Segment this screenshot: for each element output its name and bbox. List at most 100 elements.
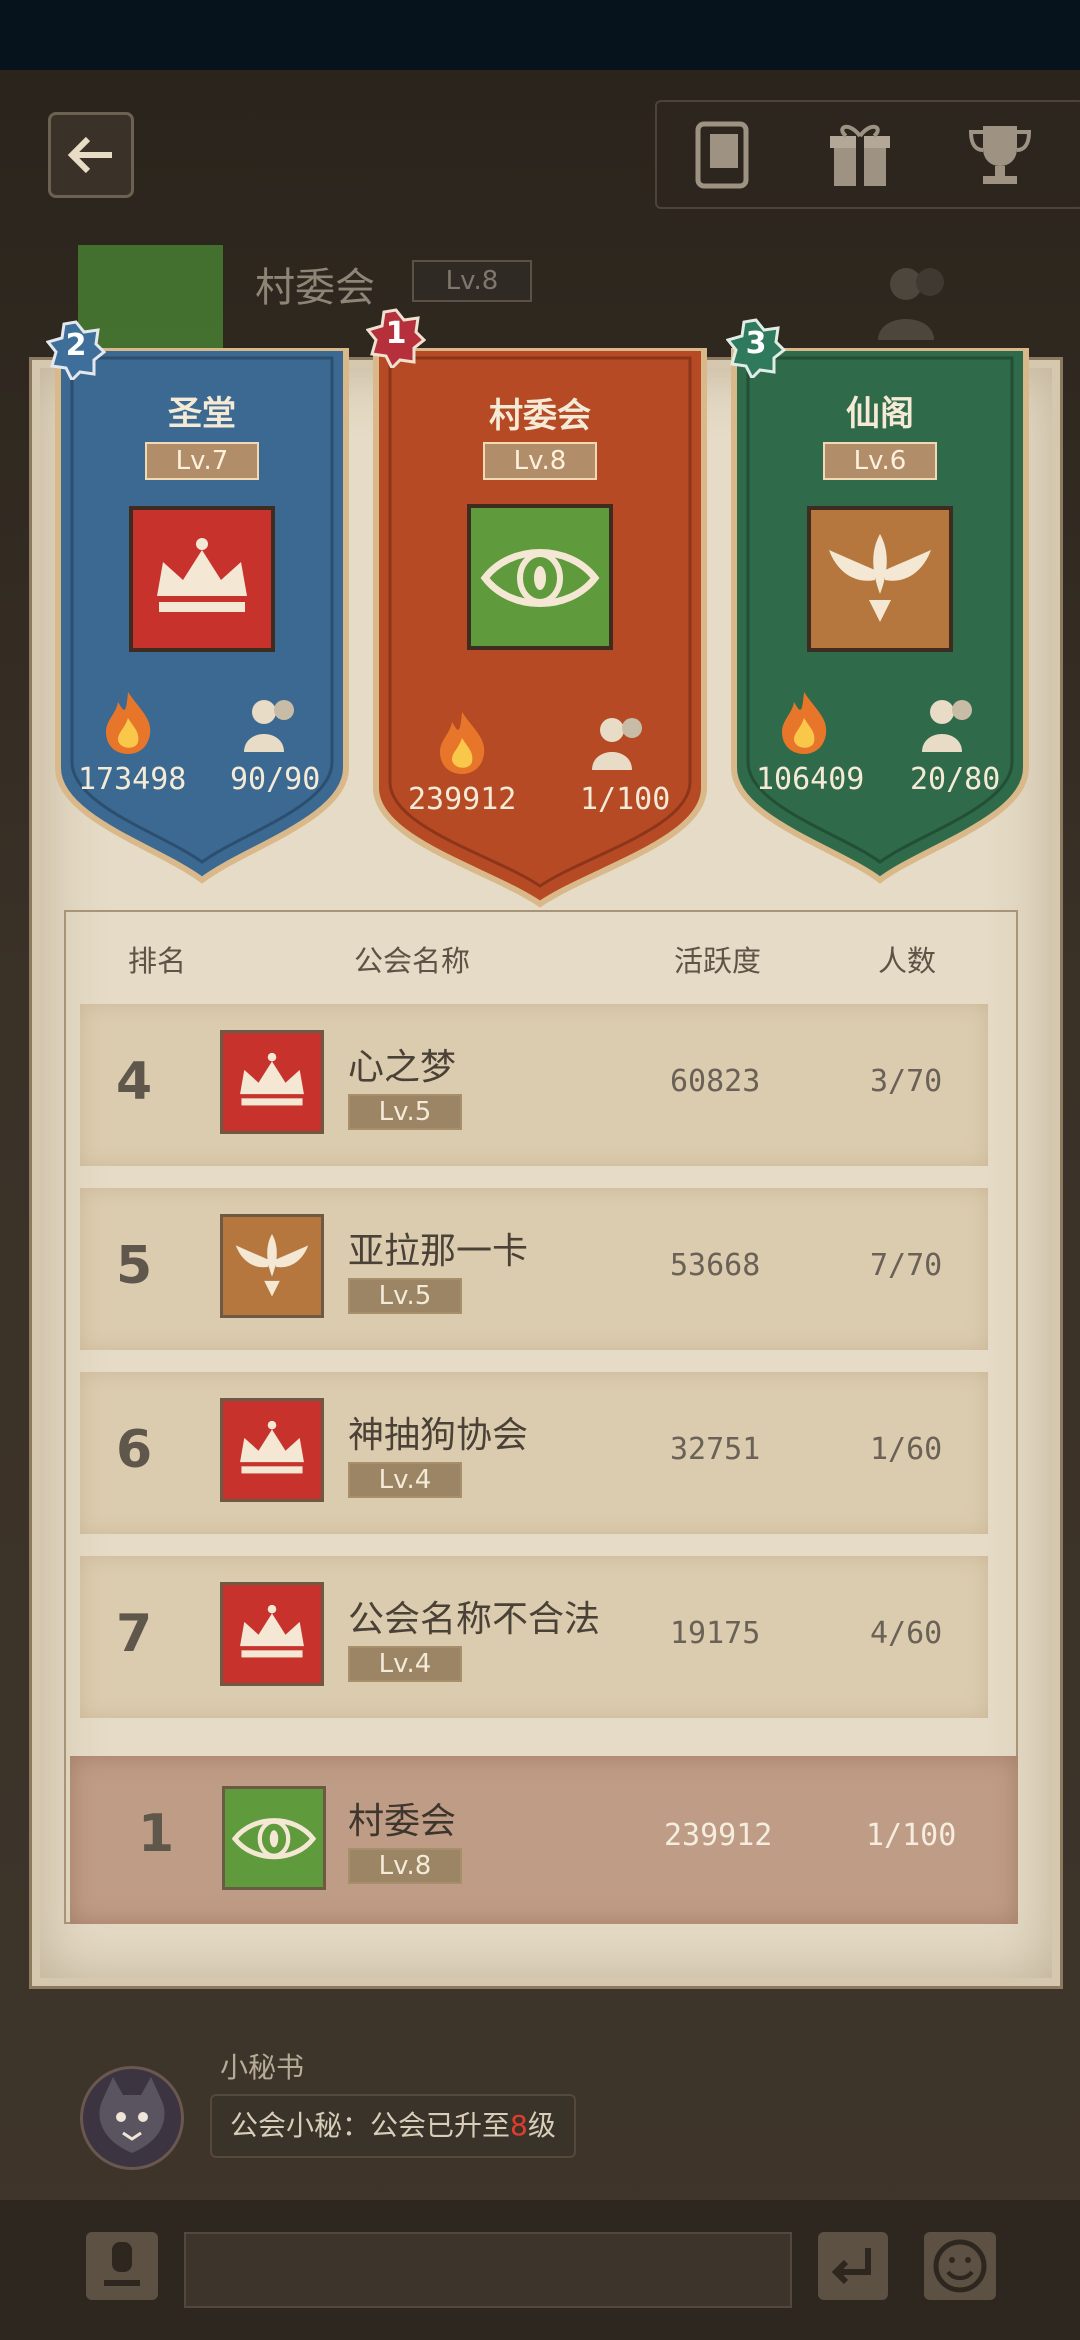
table-row[interactable]: 4 心之梦 Lv.5 60823 3/70 (80, 1004, 988, 1166)
row-rank: 6 (116, 1420, 153, 1480)
trophy-icon (968, 126, 1032, 184)
row-guild-name: 公会名称不合法 (348, 1599, 601, 1640)
podium-banner-rank-2[interactable]: 圣堂 Lv.7 173498 90/90 (54, 348, 350, 884)
column-header-rank: 排名 (128, 944, 187, 978)
eye-icon (480, 549, 600, 607)
row-activity: 60823 (670, 1064, 761, 1099)
eye-emblem (222, 1786, 326, 1890)
row-members: 7/70 (870, 1248, 943, 1283)
eye-icon (231, 1818, 317, 1860)
back-button[interactable] (48, 112, 134, 198)
row-rank: 7 (116, 1604, 153, 1664)
chat-message-suffix: 级 (527, 2109, 556, 2142)
eye-emblem (467, 504, 613, 650)
crown-icon (240, 1420, 304, 1474)
column-header-name: 公会名称 (354, 944, 471, 978)
crown-emblem (220, 1398, 324, 1502)
row-guild-name: 心之梦 (348, 1047, 457, 1088)
row-guild-name: 神抽狗协会 (348, 1415, 529, 1456)
row-guild-level: Lv.5 (348, 1278, 462, 1314)
emoji-button[interactable] (924, 2232, 996, 2300)
banner-guild-level: Lv.8 (483, 442, 597, 480)
row-activity: 19175 (670, 1616, 761, 1651)
rank-badge-3: 3 (725, 318, 787, 381)
row-guild-level: Lv.8 (348, 1848, 462, 1884)
members-icon (922, 700, 972, 752)
rank-badge-number: 2 (65, 328, 87, 363)
row-activity: 239912 (664, 1818, 773, 1853)
banner-activity: 173498 (78, 762, 187, 797)
scroll-icon (695, 121, 749, 189)
members-icon (878, 268, 944, 340)
row-activity: 53668 (670, 1248, 761, 1283)
send-button[interactable] (818, 2232, 888, 2300)
table-row[interactable]: 5 亚拉那一卡 Lv.5 53668 7/70 (80, 1188, 988, 1350)
voice-button[interactable] (86, 2232, 158, 2300)
header-guild-level: Lv.8 (412, 260, 532, 302)
activity-flame-icon (440, 712, 485, 774)
phoenix-emblem (807, 506, 953, 652)
crown-icon (240, 1052, 304, 1106)
header-members-button[interactable] (870, 262, 960, 346)
guild-log-button[interactable] (687, 120, 757, 190)
banner-guild-level: Lv.7 (145, 442, 259, 480)
banner-members: 90/90 (230, 762, 321, 797)
chat-message-level: 8 (510, 2109, 528, 2142)
row-rank: 1 (138, 1804, 175, 1864)
header-guild-name: 村委会 (255, 265, 375, 311)
rank-badge-number: 1 (385, 316, 407, 351)
row-guild-name: 村委会 (348, 1801, 457, 1842)
gift-button[interactable] (825, 120, 895, 190)
trophy-button[interactable] (965, 120, 1035, 190)
column-header-activity: 活跃度 (674, 944, 762, 978)
members-icon (244, 700, 294, 752)
banner-members: 20/80 (910, 762, 1001, 797)
table-row[interactable]: 6 神抽狗协会 Lv.4 32751 1/60 (80, 1372, 988, 1534)
wolf-avatar-icon (99, 2077, 165, 2153)
row-guild-level: Lv.4 (348, 1646, 462, 1682)
row-guild-name: 亚拉那一卡 (348, 1231, 529, 1272)
row-members: 4/60 (870, 1616, 943, 1651)
banner-guild-name: 圣堂 (168, 394, 236, 434)
row-guild-level: Lv.4 (348, 1462, 462, 1498)
phoenix-emblem (220, 1214, 324, 1318)
my-guild-row[interactable]: 1 村委会 Lv.8 239912 1/100 (70, 1756, 1018, 1924)
chat-sender-name: 小秘书 (220, 2051, 305, 2084)
activity-flame-icon (782, 692, 827, 754)
avatar[interactable] (80, 2066, 184, 2170)
activity-flame-icon (106, 692, 151, 754)
enter-arrow-icon (831, 2248, 871, 2285)
top-toolbar (655, 100, 1080, 209)
phoenix-icon (235, 1234, 309, 1297)
row-guild-level: Lv.5 (348, 1094, 462, 1130)
chat-input[interactable] (184, 2232, 792, 2308)
chat-message-prefix: 公会小秘：公会已升至 (230, 2109, 511, 2142)
row-rank: 5 (116, 1236, 153, 1296)
smile-icon (933, 2239, 987, 2293)
crown-emblem (129, 506, 275, 652)
back-arrow-icon (67, 136, 112, 174)
row-activity: 32751 (670, 1432, 761, 1467)
microphone-icon (104, 2242, 140, 2286)
crown-icon (240, 1604, 304, 1658)
banner-members: 1/100 (580, 782, 671, 817)
row-members: 3/70 (870, 1064, 943, 1099)
banner-activity: 106409 (756, 762, 865, 797)
crown-emblem (220, 1582, 324, 1686)
banner-guild-name: 村委会 (489, 396, 591, 436)
members-icon (592, 718, 642, 770)
banner-guild-name: 仙阁 (846, 394, 914, 434)
crown-emblem (220, 1030, 324, 1134)
row-members: 1/100 (866, 1818, 957, 1853)
row-members: 1/60 (870, 1432, 943, 1467)
rank-badge-1: 1 (365, 308, 427, 371)
row-rank: 4 (116, 1052, 153, 1112)
column-header-members: 人数 (878, 944, 937, 978)
banner-guild-level: Lv.6 (823, 442, 937, 480)
gift-icon (830, 124, 890, 186)
podium-banner-rank-3[interactable]: 仙阁 Lv.6 106409 20/80 (730, 348, 1030, 884)
podium-banner-rank-1[interactable]: 村委会 Lv.8 239912 1/100 (372, 348, 708, 908)
table-row[interactable]: 7 公会名称不合法 Lv.4 19175 4/60 (80, 1556, 988, 1718)
rank-badge-2: 2 (45, 320, 107, 383)
crown-icon (157, 538, 247, 612)
